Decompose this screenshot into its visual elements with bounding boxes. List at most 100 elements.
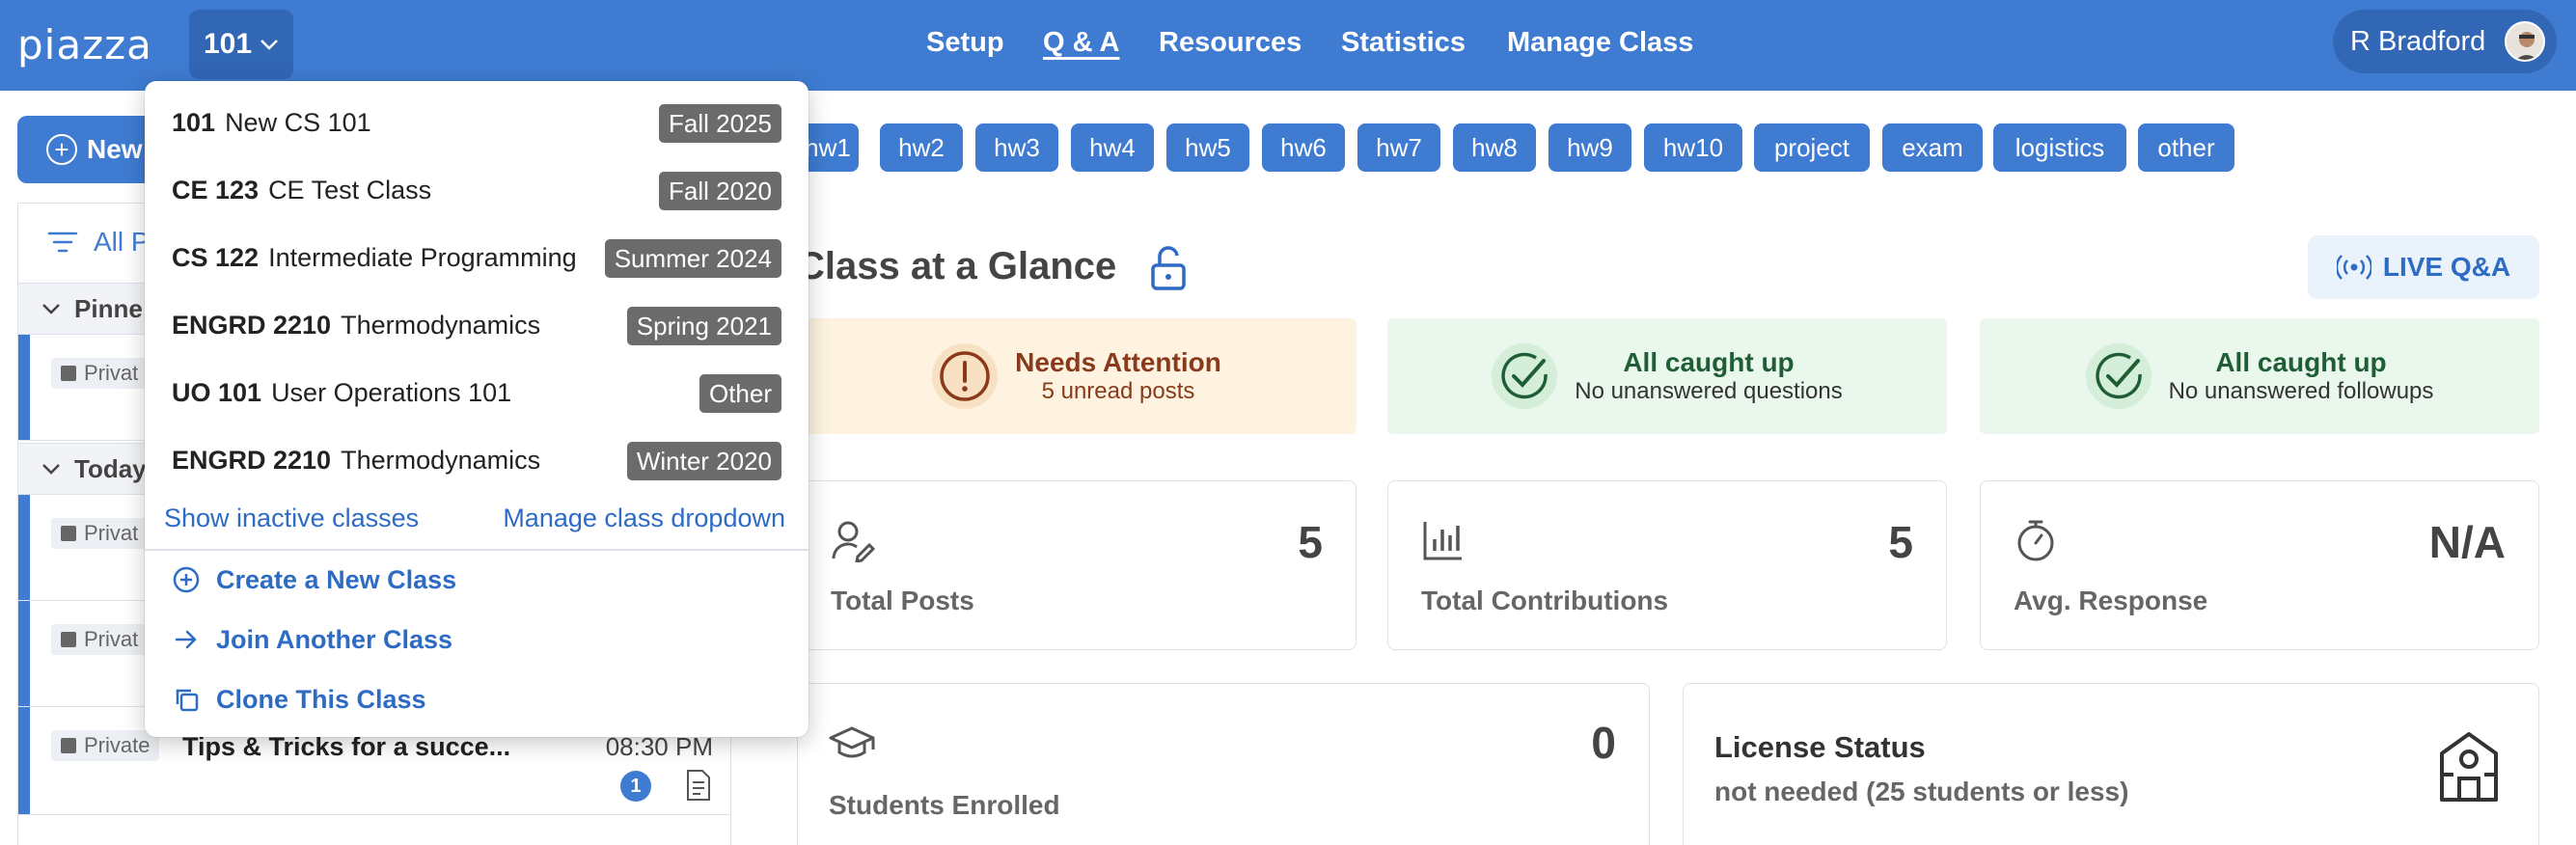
tag-chip-logistics[interactable]: logistics: [1993, 123, 2126, 172]
join-class-button[interactable]: Join Another Class: [172, 617, 452, 662]
unread-count-badge: 1: [620, 771, 651, 802]
section-label: Pinne: [74, 293, 143, 323]
action-label: Join Another Class: [216, 624, 453, 654]
tag-chip-hw3[interactable]: hw3: [975, 123, 1058, 172]
note-icon: [687, 770, 710, 801]
private-tag: Private: [51, 730, 160, 761]
status-title: Needs Attention: [1015, 347, 1221, 377]
class-option[interactable]: CE 123 CE Test Class Fall 2020: [145, 156, 808, 224]
top-nav-bar: piazza 101 Setup Q & A Resources Statist…: [0, 0, 2576, 91]
action-label: Create a New Class: [216, 564, 457, 594]
needs-attention-card[interactable]: Needs Attention 5 unread posts: [797, 318, 1357, 434]
class-option[interactable]: 101 New CS 101 Fall 2025: [145, 89, 808, 156]
manage-class-dropdown-link[interactable]: Manage class dropdown: [503, 504, 785, 533]
avg-response-card: N/A Avg. Response: [1980, 480, 2539, 650]
status-subtitle: 5 unread posts: [1041, 378, 1195, 404]
class-option[interactable]: ENGRD 2210 Thermodynamics Winter 2020: [145, 426, 808, 494]
chevron-down-icon: [42, 304, 60, 314]
class-dropdown-menu: 101 New CS 101 Fall 2025 CE 123 CE Test …: [145, 81, 808, 737]
stat-value: 5: [1888, 517, 1913, 567]
create-class-button[interactable]: Create a New Class: [172, 558, 456, 602]
graduation-cap-icon: [829, 726, 875, 758]
stat-label: Total Posts: [831, 586, 974, 615]
chevron-down-icon: [42, 464, 60, 475]
nav-qa[interactable]: Q & A: [1043, 27, 1119, 66]
unread-bar: [18, 495, 30, 600]
nav-setup[interactable]: Setup: [926, 27, 1004, 66]
stat-label: Avg. Response: [2014, 586, 2208, 615]
tag-chip-hw6[interactable]: hw6: [1262, 123, 1345, 172]
questions-status-card[interactable]: All caught up No unanswered questions: [1387, 318, 1947, 434]
term-badge: Other: [699, 374, 781, 413]
filter-label: All P: [94, 227, 150, 257]
nav-statistics[interactable]: Statistics: [1341, 27, 1466, 66]
copy-icon: [172, 685, 201, 714]
nav-resources[interactable]: Resources: [1159, 27, 1302, 66]
alert-circle-icon: [932, 343, 999, 409]
students-enrolled-card: 0 Students Enrolled: [797, 683, 1650, 845]
private-tag: Privat: [51, 624, 149, 655]
status-title: All caught up: [1623, 347, 1795, 377]
tag-chip-hw8[interactable]: hw8: [1453, 123, 1536, 172]
stat-value: N/A: [2428, 517, 2506, 567]
current-class-label: 101: [203, 28, 253, 60]
total-posts-card: 5 Total Posts: [797, 480, 1357, 650]
followups-status-card[interactable]: All caught up No unanswered followups: [1980, 318, 2539, 434]
nav-manage-class[interactable]: Manage Class: [1507, 27, 1693, 66]
total-contributions-card: 5 Total Contributions: [1387, 480, 1947, 650]
tag-chip-hw2[interactable]: hw2: [880, 123, 963, 172]
bar-chart-icon: [1423, 522, 1462, 560]
class-switcher-button[interactable]: 101: [189, 10, 293, 79]
piazza-logo[interactable]: piazza: [17, 21, 152, 68]
user-name: R Bradford: [2350, 25, 2486, 57]
stat-value: 5: [1298, 517, 1323, 567]
term-badge: Fall 2020: [659, 172, 781, 210]
term-badge: Summer 2024: [604, 239, 781, 278]
avatar: [2505, 21, 2545, 62]
tag-chip-hw10[interactable]: hw10: [1644, 123, 1742, 172]
broadcast-icon: [2336, 255, 2371, 280]
school-icon: [2440, 732, 2498, 802]
clone-class-button[interactable]: Clone This Class: [172, 677, 426, 722]
new-post-label: New: [87, 134, 143, 164]
unread-bar: [18, 707, 30, 814]
chevron-down-icon: [260, 32, 279, 57]
divider: [145, 549, 808, 551]
private-tag: Privat: [51, 358, 149, 389]
stat-label: Total Contributions: [1421, 586, 1669, 615]
tag-chip-hw9[interactable]: hw9: [1548, 123, 1631, 172]
tag-chip-other[interactable]: other: [2138, 123, 2234, 172]
term-badge: Fall 2025: [659, 104, 781, 143]
license-status-card: License Status not needed (25 students o…: [1683, 683, 2539, 845]
plus-circle-icon: [172, 565, 201, 594]
unlock-icon[interactable]: [1148, 246, 1189, 290]
stopwatch-icon: [2017, 520, 2054, 561]
user-menu-button[interactable]: R Bradford: [2333, 10, 2557, 73]
filter-icon: [47, 232, 78, 253]
show-inactive-classes-link[interactable]: Show inactive classes: [164, 504, 419, 533]
live-qa-label: LIVE Q&A: [2382, 252, 2511, 282]
action-label: Clone This Class: [216, 684, 426, 714]
plus-circle-icon: +: [46, 134, 77, 165]
term-badge: Winter 2020: [626, 442, 781, 480]
section-label: Today: [74, 453, 147, 483]
tag-chip-exam[interactable]: exam: [1882, 123, 1983, 172]
feed-filter[interactable]: All P: [47, 227, 150, 258]
class-option[interactable]: UO 101 User Operations 101 Other: [145, 359, 808, 426]
tag-chip-hw7[interactable]: hw7: [1357, 123, 1440, 172]
live-qa-button[interactable]: LIVE Q&A: [2308, 235, 2539, 299]
license-title: License Status: [1714, 730, 1926, 764]
stat-value: 0: [1591, 718, 1616, 768]
status-subtitle: No unanswered followups: [2168, 378, 2434, 404]
status-subtitle: No unanswered questions: [1575, 378, 1843, 404]
stat-label: Students Enrolled: [829, 790, 1060, 820]
arrow-right-icon: [172, 625, 201, 654]
class-option[interactable]: ENGRD 2210 Thermodynamics Spring 2021: [145, 291, 808, 359]
class-option[interactable]: CS 122 Intermediate Programming Summer 2…: [145, 224, 808, 291]
license-subtitle: not needed (25 students or less): [1714, 777, 2129, 806]
user-edit-icon: [832, 521, 875, 562]
tag-chip-hw5[interactable]: hw5: [1166, 123, 1249, 172]
tag-chip-project[interactable]: project: [1754, 123, 1870, 172]
status-title: All caught up: [2215, 347, 2387, 377]
tag-chip-hw4[interactable]: hw4: [1071, 123, 1154, 172]
